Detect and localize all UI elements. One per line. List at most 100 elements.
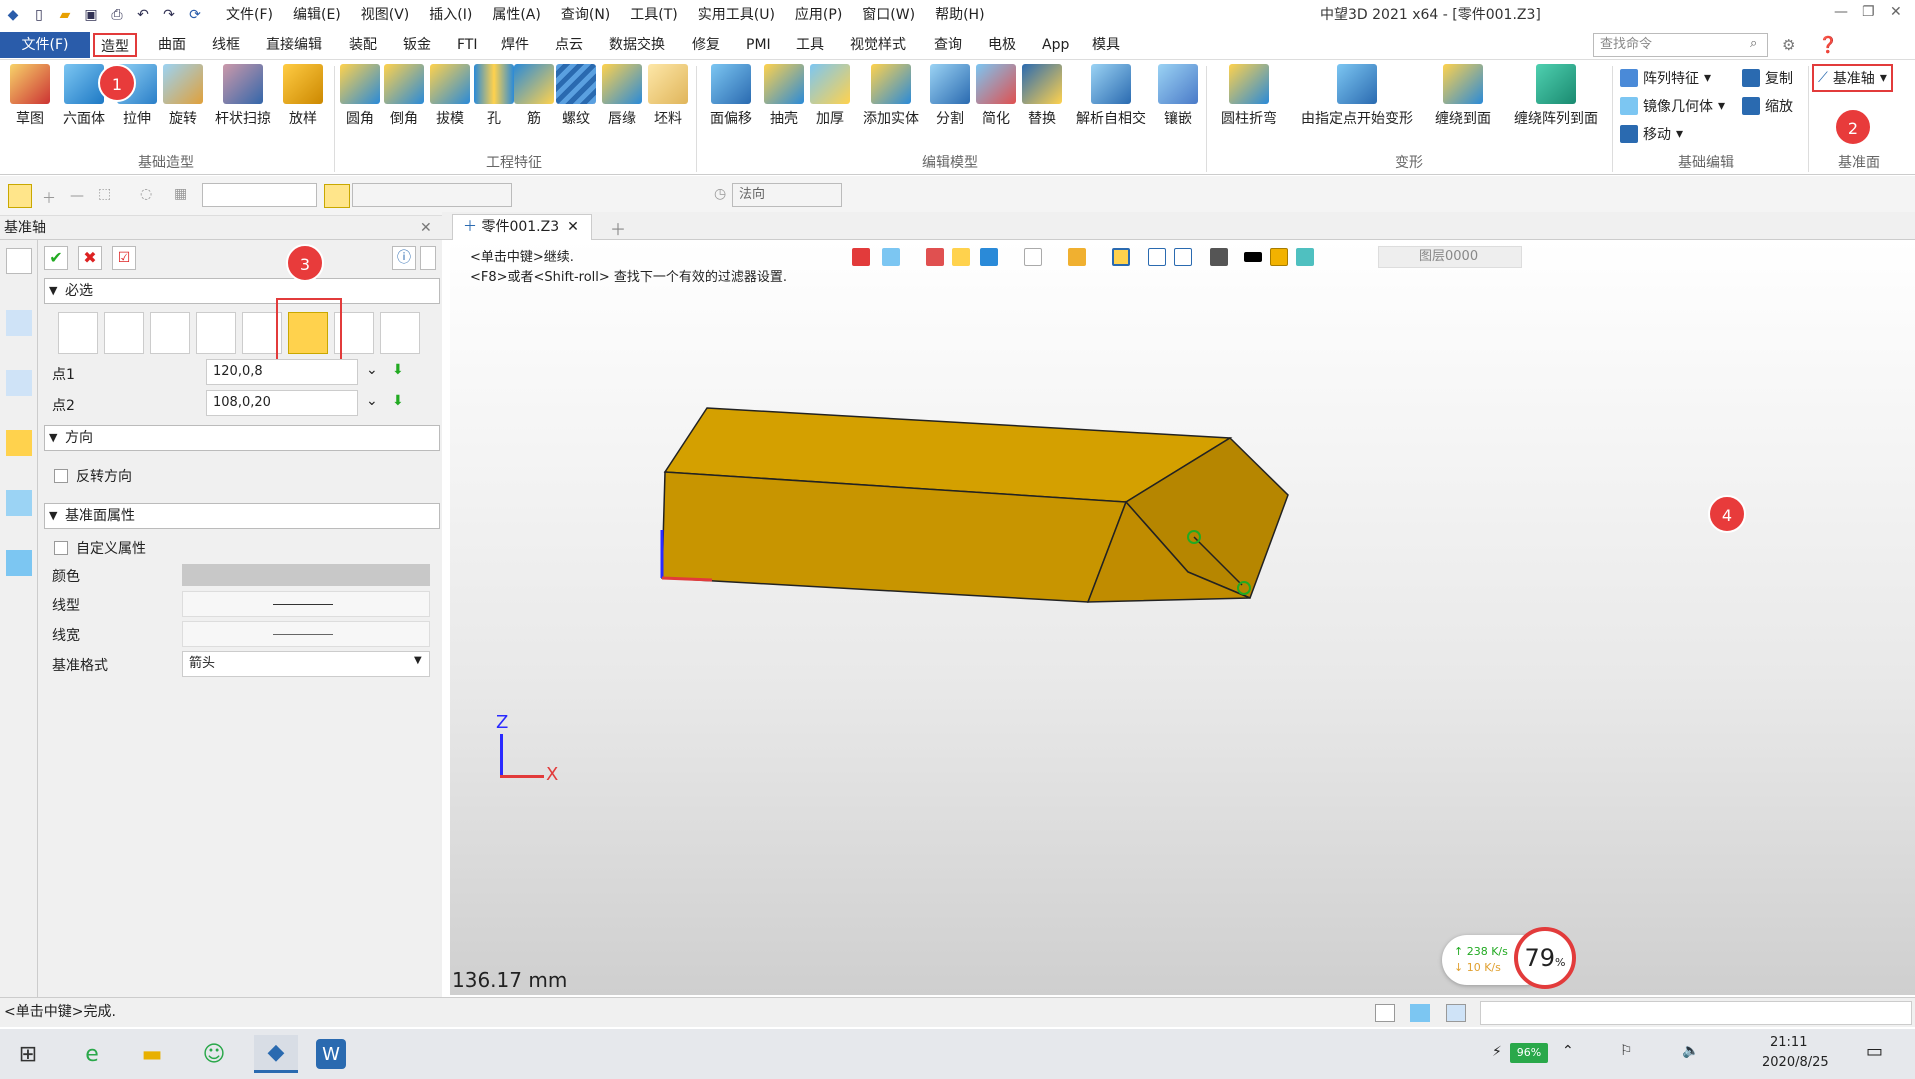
select-arrow-icon[interactable]	[8, 184, 32, 208]
redo-icon[interactable]: ↷	[156, 2, 182, 28]
section-direction[interactable]: 方向	[44, 425, 440, 451]
panel-close-icon[interactable]: ✕	[420, 216, 432, 240]
expand-icon[interactable]: ⌄	[366, 393, 378, 409]
thread-button[interactable]: 螺纹	[556, 64, 596, 128]
fillet-button[interactable]: 圆角	[340, 64, 380, 128]
undo-icon[interactable]: ↶	[130, 2, 156, 28]
tab-point-cloud[interactable]: 点云	[549, 33, 589, 57]
tab-repair[interactable]: 修复	[686, 33, 726, 57]
panel-pin-icon[interactable]	[420, 246, 436, 270]
command-search-input[interactable]: 查找命令	[1593, 33, 1768, 57]
help-icon[interactable]: ❓	[1818, 35, 1838, 54]
notification-icon[interactable]: ▭	[1866, 1041, 1883, 1062]
assembly-tree-icon[interactable]	[6, 310, 32, 336]
point2-input[interactable]: 108,0,20	[206, 390, 358, 416]
method-plane-intersect-icon[interactable]	[380, 312, 420, 354]
start-icon[interactable]: ⊞	[6, 1035, 50, 1073]
split-button[interactable]: 分割	[930, 64, 970, 128]
minimize-icon[interactable]: —	[1834, 4, 1848, 20]
offset-face-button[interactable]: 面偏移	[704, 64, 758, 128]
method-axis-icon[interactable]	[104, 312, 144, 354]
tab-query[interactable]: 查询	[928, 33, 968, 57]
tab-document[interactable]: ＋ 零件001.Z3 ✕	[452, 214, 592, 240]
tab-app[interactable]: App	[1036, 33, 1075, 57]
mirror-geometry-button[interactable]: 镜像几何体 ▾	[1620, 96, 1725, 116]
scale-button[interactable]: 缩放	[1742, 96, 1793, 116]
open-file-icon[interactable]: ▰	[52, 2, 78, 28]
reverse-direction-checkbox[interactable]	[54, 469, 68, 483]
resolve-self-intersection-button[interactable]: 解析自相交	[1068, 64, 1154, 128]
new-file-icon[interactable]: ▯	[26, 2, 52, 28]
section-required[interactable]: 必选	[44, 278, 440, 304]
move-button[interactable]: 移动 ▾	[1620, 124, 1683, 144]
tab-direct-edit[interactable]: 直接编辑	[260, 33, 328, 57]
print-icon[interactable]: ⎙	[104, 2, 130, 28]
pick-combo[interactable]	[352, 183, 512, 207]
tab-wireframe[interactable]: 线框	[206, 33, 246, 57]
inlay-button[interactable]: 镶嵌	[1158, 64, 1198, 128]
filter-combo[interactable]	[202, 183, 317, 207]
color-swatch[interactable]	[182, 564, 430, 586]
expand-icon[interactable]: ⌄	[366, 362, 378, 378]
view-manager-icon[interactable]	[6, 490, 32, 516]
cancel-x-icon[interactable]: ✖	[78, 246, 102, 270]
thicken-button[interactable]: 加厚	[810, 64, 850, 128]
filter-icon[interactable]: ▦	[174, 186, 187, 202]
remove-filter-icon[interactable]: —	[70, 188, 84, 204]
menu-query[interactable]: 查询(N)	[551, 0, 620, 30]
wechat-icon[interactable]: ☺	[192, 1035, 236, 1073]
hole-button[interactable]: 孔	[474, 64, 514, 128]
copy-button[interactable]: 复制	[1742, 68, 1793, 88]
linewidth-select[interactable]	[182, 621, 430, 647]
draft-button[interactable]: 拔模	[430, 64, 470, 128]
pattern-feature-button[interactable]: 阵列特征 ▾	[1620, 68, 1711, 88]
search-icon[interactable]: ⌕	[1750, 36, 1757, 51]
revolve-button[interactable]: 旋转	[162, 64, 204, 128]
rod-sweep-button[interactable]: 杆状扫掠	[210, 64, 276, 128]
datum-axis-button[interactable]: ⟋ 基准轴 ▾	[1812, 64, 1893, 92]
menu-view[interactable]: 视图(V)	[351, 0, 420, 30]
lasso-icon[interactable]: ◌	[140, 186, 152, 202]
wps-icon[interactable]: W	[316, 1039, 346, 1069]
browser-icon[interactable]: e	[70, 1035, 114, 1073]
info-icon[interactable]: ⓘ	[392, 246, 416, 270]
3d-viewport[interactable]: <单击中键>继续. <F8>或者<Shift-roll> 查找下一个有效的过滤器…	[450, 240, 1915, 995]
part-model[interactable]	[450, 240, 1915, 995]
refresh-icon[interactable]: ⟳	[182, 2, 208, 28]
sketch-button[interactable]: 草图	[8, 64, 52, 128]
menu-edit[interactable]: 编辑(E)	[283, 0, 351, 30]
list-icon[interactable]	[1446, 1004, 1466, 1022]
tab-assembly[interactable]: 装配	[343, 33, 383, 57]
tab-data-exchange[interactable]: 数据交换	[603, 33, 671, 57]
chamfer-button[interactable]: 倒角	[384, 64, 424, 128]
ok-check-icon[interactable]: ✔	[44, 246, 68, 270]
tab-tools[interactable]: 工具	[790, 33, 830, 57]
new-tab-icon[interactable]: ＋	[610, 216, 626, 240]
replace-button[interactable]: 替换	[1022, 64, 1062, 128]
feature-tree-icon[interactable]	[6, 248, 32, 274]
simplify-button[interactable]: 简化	[976, 64, 1016, 128]
pick-point-icon[interactable]: ⬇	[392, 393, 404, 409]
tab-fti[interactable]: FTI	[451, 33, 484, 57]
method-default-icon[interactable]	[58, 312, 98, 354]
tab-electrode[interactable]: 电极	[982, 33, 1022, 57]
menu-attribute[interactable]: 属性(A)	[482, 0, 551, 30]
file-explorer-icon[interactable]: ▬	[130, 1035, 174, 1073]
history-icon[interactable]	[6, 370, 32, 396]
save-icon[interactable]: ▣	[78, 2, 104, 28]
pick-point-icon[interactable]: ⬇	[392, 362, 404, 378]
tab-mold[interactable]: 模具	[1086, 33, 1126, 57]
deform-from-point-button[interactable]: 由指定点开始变形	[1294, 64, 1420, 128]
tab-pmi[interactable]: PMI	[740, 33, 777, 57]
restore-icon[interactable]: ❐	[1862, 4, 1875, 20]
section-attributes[interactable]: 基准面属性	[44, 503, 440, 529]
normal-direction-combo[interactable]: 法向	[732, 183, 842, 207]
close-icon[interactable]: ✕	[1890, 4, 1902, 20]
tab-sheet-metal[interactable]: 钣金	[397, 33, 437, 57]
zw3d-taskbar-icon[interactable]: ◆	[254, 1035, 298, 1073]
add-filter-icon[interactable]: ＋	[42, 188, 56, 208]
point1-input[interactable]: 120,0,8	[206, 359, 358, 385]
menu-apps[interactable]: 应用(P)	[785, 0, 852, 30]
tab-visual-style[interactable]: 视觉样式	[844, 33, 912, 57]
lip-button[interactable]: 唇缘	[602, 64, 642, 128]
